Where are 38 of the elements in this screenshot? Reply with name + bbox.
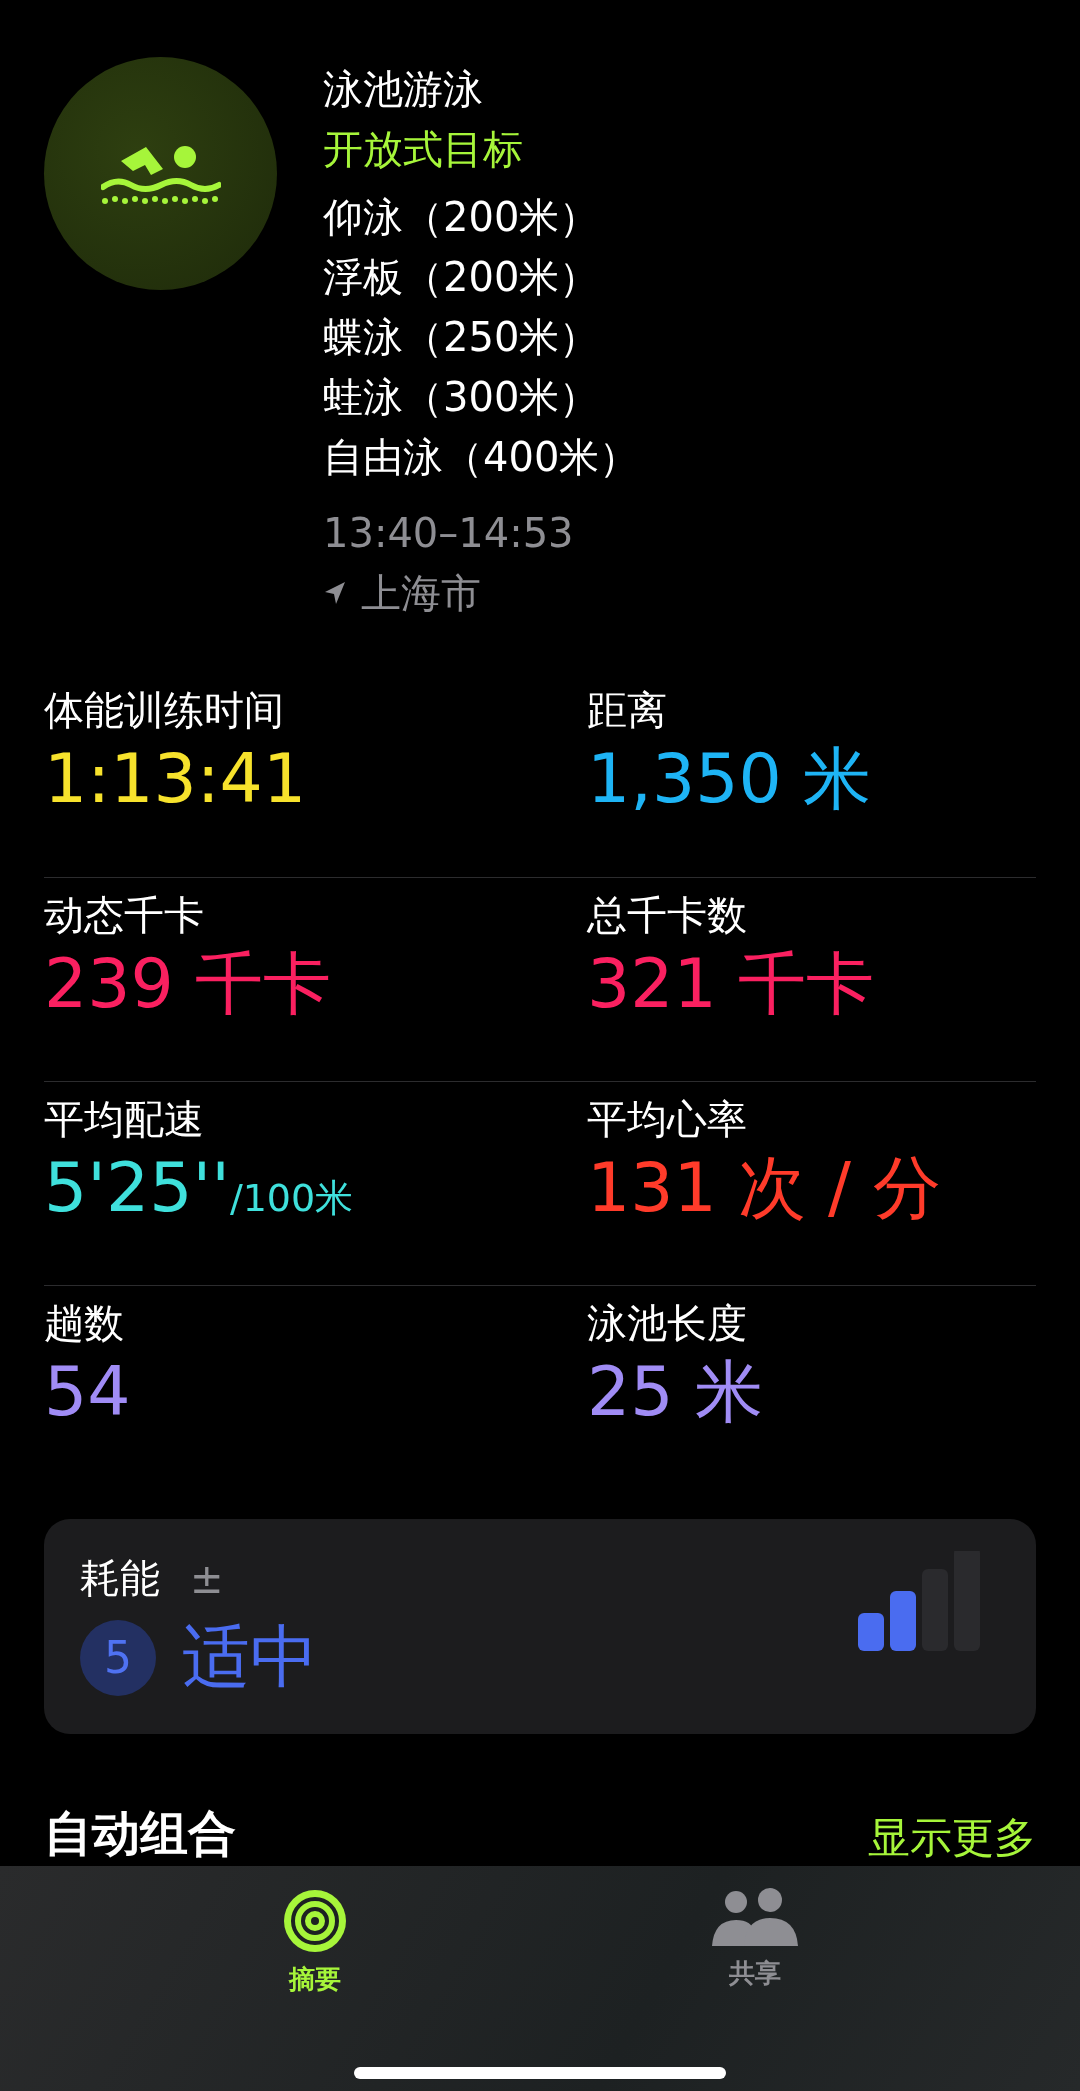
metric-value: 54 (44, 1351, 131, 1433)
home-indicator[interactable] (354, 2067, 726, 2079)
workout-goal: 开放式目标 (323, 125, 524, 174)
set-item: 自由泳（400米） (323, 433, 640, 482)
metric-label: 体能训练时间 (44, 686, 284, 735)
effort-score: 5 (80, 1619, 156, 1696)
metric-value: 1,350 米 (587, 738, 872, 820)
metric-label: 距离 (587, 686, 667, 735)
rings-icon (282, 1888, 348, 1954)
metric-value: 321 千卡 (587, 943, 875, 1025)
tab-item[interactable]: 共享 (712, 1888, 798, 1997)
location-arrow-icon (323, 580, 347, 606)
metric-value: 1:13:41 (44, 738, 307, 820)
tab-item[interactable]: 摘要 (282, 1888, 348, 1997)
metric-label: 总千卡数 (587, 891, 747, 940)
section-title: 自动组合 (44, 1804, 236, 1863)
metric-value: 5'25''/100米 (44, 1147, 354, 1229)
workout-location: 上海市 (361, 569, 481, 618)
workout-title: 泳池游泳 (323, 65, 484, 114)
effort-card[interactable]: 耗能 ± 5 适中 (44, 1519, 1036, 1734)
metric-label: 平均配速 (44, 1095, 204, 1144)
set-item: 蛙泳（300米） (323, 373, 601, 422)
metric-label: 趟数 (44, 1299, 124, 1348)
workout-time: 13:40–14:53 (323, 509, 575, 558)
metric-label: 平均心率 (587, 1095, 747, 1144)
adjust-icon[interactable]: ± (190, 1555, 224, 1602)
metric-label: 泳池长度 (587, 1299, 747, 1348)
metric-value: 25 米 (587, 1351, 764, 1433)
effort-title: 耗能 (80, 1554, 160, 1603)
metric-value: 239 千卡 (44, 943, 332, 1025)
metric-value: 131 次 / 分 (587, 1147, 941, 1229)
set-item: 仰泳（200米） (323, 193, 601, 242)
people-icon (712, 1888, 798, 1948)
show-more-link[interactable]: 显示更多 (868, 1810, 1036, 1866)
set-item: 浮板（200米） (323, 253, 601, 302)
set-item: 蝶泳（250米） (323, 313, 601, 362)
effort-rating: 适中 (182, 1616, 318, 1698)
metric-label: 动态千卡 (44, 891, 204, 940)
